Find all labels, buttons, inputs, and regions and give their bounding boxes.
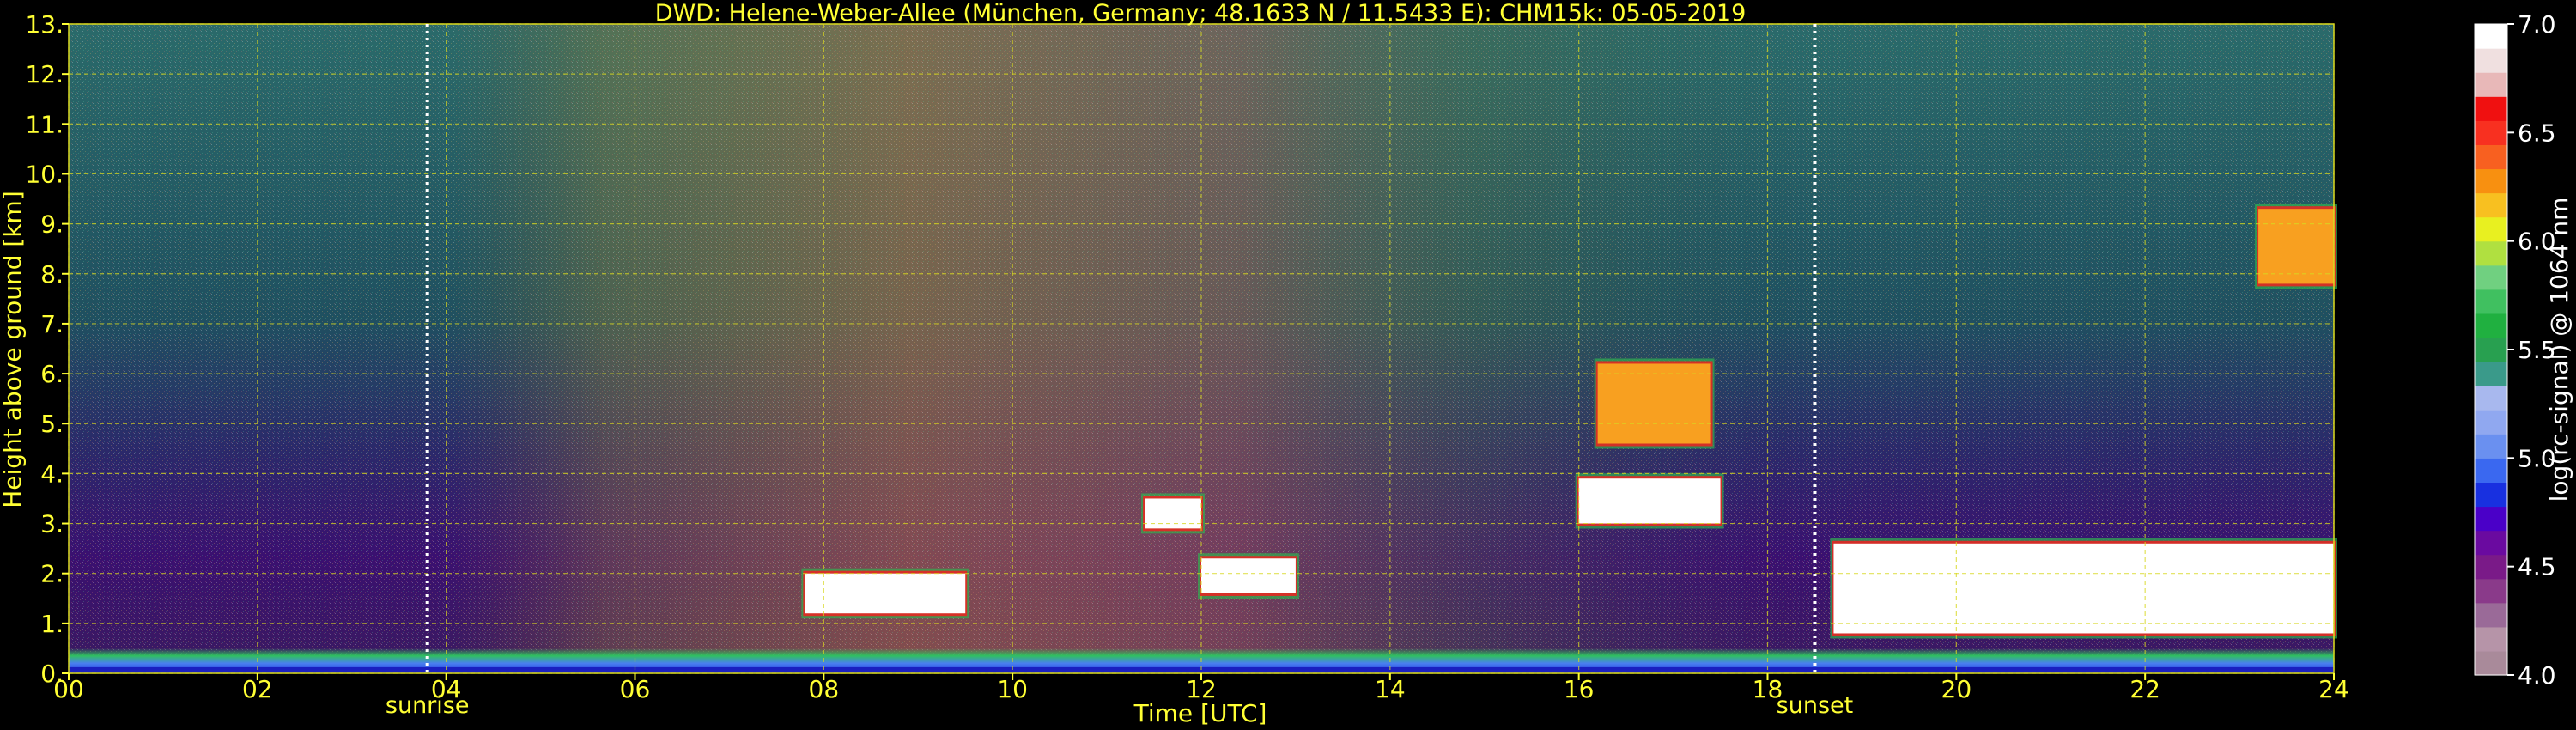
colorbar-swatch — [2475, 48, 2507, 73]
cloud-core-3 — [1578, 478, 1721, 524]
y-tick-label: 12. — [25, 60, 64, 88]
colorbar-swatch — [2475, 24, 2507, 49]
x-tick-label: 02 — [242, 675, 273, 703]
colorbar: 4.04.55.05.56.06.57.0 — [2474, 10, 2556, 690]
ceilometer-chart: sunrise sunset 00 02 04 06 08 10 12 14 16 18 20 22 24… — [0, 0, 2573, 727]
colorbar-tick-label: 7.0 — [2518, 10, 2556, 39]
colorbar-swatch — [2475, 554, 2507, 580]
colorbar-swatch — [2475, 168, 2507, 194]
x-tick-label: 06 — [620, 675, 651, 703]
colorbar-swatch — [2475, 120, 2507, 145]
colorbar-swatch — [2475, 458, 2507, 484]
y-tick-label: 8. — [40, 260, 64, 289]
x-tick-label: 16 — [1564, 675, 1595, 703]
sunset-label: sunset — [1777, 692, 1854, 719]
colorbar-tick-label: 4.0 — [2518, 661, 2556, 690]
colorbar-tick-label: 6.5 — [2518, 119, 2556, 147]
y-tick-label: 7. — [40, 310, 64, 338]
y-tick-label: 10. — [25, 160, 64, 188]
cloud-core-5 — [1833, 543, 2334, 634]
colorbar-swatch — [2475, 410, 2507, 435]
colorbar-swatch — [2475, 96, 2507, 121]
colorbar-swatch — [2475, 530, 2507, 556]
colorbar-label: log(rc-signal) @ 1064 nm — [2545, 198, 2573, 502]
colorbar-swatch — [2475, 434, 2507, 459]
colorbar-swatch — [2475, 602, 2507, 628]
colorbar-swatch — [2475, 265, 2507, 290]
y-tick-label: 9. — [40, 210, 64, 239]
colorbar-swatch — [2475, 578, 2507, 604]
colorbar-swatch — [2475, 362, 2507, 386]
x-tick-label: 24 — [2318, 675, 2349, 703]
y-tick-label: 6. — [40, 360, 64, 388]
y-tick-label: 3. — [40, 510, 64, 538]
y-tick-label: 0. — [40, 660, 64, 688]
y-tick-label: 13. — [25, 10, 64, 39]
colorbar-swatch — [2475, 482, 2507, 508]
colorbar-swatch — [2475, 313, 2507, 338]
cloud-core-2 — [1201, 558, 1296, 593]
x-tick-label: 20 — [1941, 675, 1972, 703]
y-tick-label: 11. — [25, 110, 64, 138]
y-axis-label: Height above ground [km] — [0, 191, 27, 508]
x-axis-label: Time [UTC] — [1133, 699, 1267, 727]
colorbar-swatch — [2475, 216, 2507, 242]
colorbar-swatch — [2475, 289, 2507, 314]
chart-title: DWD: Helene-Weber-Allee (München, German… — [655, 0, 1747, 27]
y-tick-label: 2. — [40, 560, 64, 588]
colorbar-swatch — [2475, 192, 2507, 218]
colorbar-swatch — [2475, 386, 2507, 411]
x-tick-label: 08 — [809, 675, 840, 703]
cloud-core-6 — [2258, 209, 2334, 284]
colorbar-swatch — [2475, 144, 2507, 170]
cloud-core-0 — [805, 573, 966, 614]
x-tick-label: 22 — [2129, 675, 2160, 703]
x-tick-label: 14 — [1375, 675, 1406, 703]
colorbar-swatch — [2475, 72, 2507, 97]
cloud-core-4 — [1597, 363, 1711, 444]
y-axis: 0. 1. 2. 3. 4. 5. 6. 7. 8. 9. 10. 11. 12. 13. — [25, 10, 69, 688]
x-tick-label: 10 — [997, 675, 1028, 703]
colorbar-tick-label: 4.5 — [2518, 553, 2556, 581]
x-tick-label: 04 — [431, 675, 462, 703]
colorbar-swatch — [2475, 650, 2507, 676]
y-tick-label: 5. — [40, 410, 64, 438]
y-tick-label: 1. — [40, 610, 64, 638]
x-tick-label: 18 — [1753, 675, 1783, 703]
colorbar-swatch — [2475, 506, 2507, 532]
colorbar-swatch — [2475, 626, 2507, 652]
colorbar-swatch — [2475, 337, 2507, 362]
colorbar-swatch — [2475, 240, 2507, 266]
y-tick-label: 4. — [40, 459, 64, 488]
